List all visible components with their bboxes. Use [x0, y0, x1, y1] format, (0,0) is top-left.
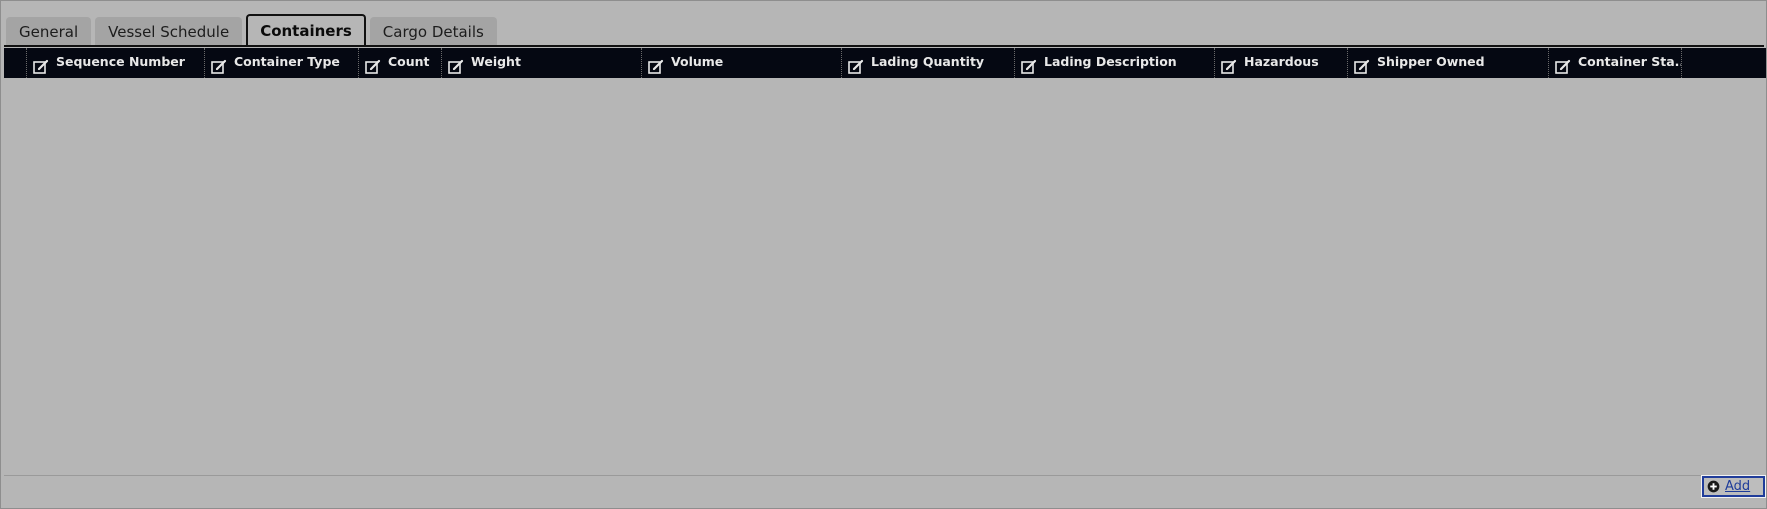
column-header-sequence-number[interactable]: Sequence Number	[27, 48, 205, 78]
tab-bar: General Vessel Schedule Containers Cargo…	[6, 14, 501, 45]
plus-circle-icon	[1707, 480, 1720, 493]
tab-cargo-details[interactable]: Cargo Details	[369, 17, 497, 45]
tab-vessel-schedule[interactable]: Vessel Schedule	[95, 17, 243, 45]
column-header-lading-description[interactable]: Lading Description	[1015, 48, 1215, 78]
column-header-container-status[interactable]: Container Sta...	[1549, 48, 1682, 78]
edit-icon	[365, 59, 381, 74]
tab-general[interactable]: General	[6, 17, 92, 45]
column-header-hazardous[interactable]: Hazardous	[1215, 48, 1348, 78]
edit-icon	[211, 59, 227, 74]
edit-icon	[648, 59, 664, 74]
edit-icon	[1354, 59, 1370, 74]
grid-footer-divider	[4, 475, 1764, 476]
column-header-weight[interactable]: Weight	[442, 48, 642, 78]
edit-icon	[1021, 59, 1037, 74]
column-label: Lading Quantity	[871, 54, 985, 69]
column-label: Count	[388, 54, 430, 69]
column-header-count[interactable]: Count	[359, 48, 442, 78]
grid-header: Sequence Number Container Type Count Wei…	[4, 48, 1766, 78]
column-header-lading-quantity[interactable]: Lading Quantity	[842, 48, 1015, 78]
edit-icon	[1221, 59, 1237, 74]
tab-divider	[4, 45, 1764, 47]
column-label: Volume	[671, 54, 724, 69]
containers-panel: General Vessel Schedule Containers Cargo…	[0, 0, 1767, 509]
column-label: Shipper Owned	[1377, 54, 1485, 69]
column-label: Hazardous	[1244, 54, 1319, 69]
column-header-volume[interactable]: Volume	[642, 48, 842, 78]
column-label: Sequence Number	[56, 54, 185, 69]
tab-containers[interactable]: Containers	[246, 14, 366, 45]
add-button[interactable]: Add	[1701, 475, 1766, 498]
grid-header-lead	[4, 48, 27, 78]
column-label: Weight	[471, 54, 521, 69]
edit-icon	[848, 59, 864, 74]
column-label: Lading Description	[1044, 54, 1177, 69]
column-header-container-type[interactable]: Container Type	[205, 48, 359, 78]
edit-icon	[448, 59, 464, 74]
column-label: Container Sta...	[1578, 54, 1682, 69]
column-label: Container Type	[234, 54, 340, 69]
edit-icon	[1555, 59, 1571, 74]
edit-icon	[33, 59, 49, 74]
column-header-shipper-owned[interactable]: Shipper Owned	[1348, 48, 1549, 78]
add-button-label: Add	[1725, 479, 1751, 494]
